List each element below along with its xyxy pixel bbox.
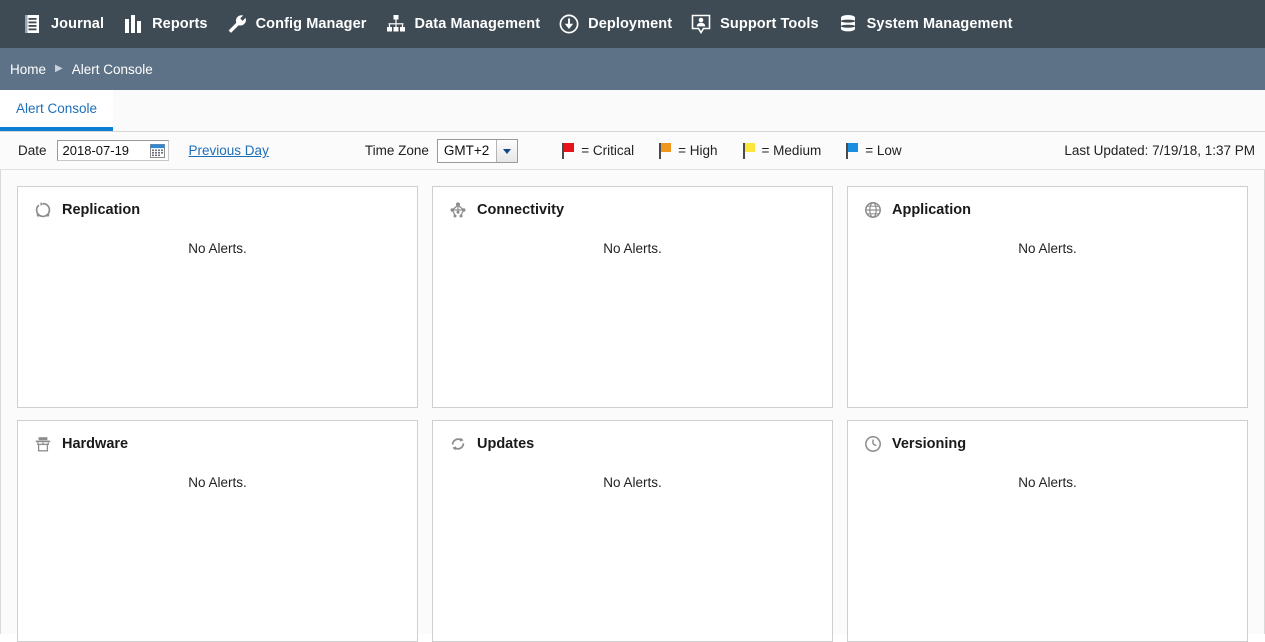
- bar-chart-icon: [122, 13, 144, 35]
- nav-item-label: Data Management: [414, 16, 541, 32]
- timezone-label: Time Zone: [364, 143, 429, 158]
- main-navigation-bar: Journal Reports Config Manager Data Mana…: [0, 0, 1265, 48]
- chevron-right-icon: ▶: [55, 63, 63, 74]
- last-updated-text: Last Updated: 7/19/18, 1:37 PM: [1064, 143, 1255, 158]
- alert-panel-application: Application No Alerts.: [847, 186, 1248, 408]
- database-icon: [837, 13, 859, 35]
- panel-title: Versioning: [892, 436, 967, 452]
- nav-item-label: Reports: [152, 16, 208, 32]
- user-badge-icon: [690, 13, 712, 35]
- legend-label: = Medium: [761, 143, 822, 158]
- panel-header: Replication: [34, 201, 401, 219]
- sync-circle-icon: [34, 201, 52, 219]
- nav-item-deployment[interactable]: Deployment: [549, 0, 681, 48]
- filter-toolbar: Date 2018-07-19 Previous Day Time Zone G…: [0, 132, 1265, 170]
- download-cloud-icon: [558, 13, 580, 35]
- alert-console-content: Replication No Alerts. Connectivity No A…: [0, 170, 1265, 642]
- nav-item-label: Journal: [51, 16, 105, 32]
- date-input[interactable]: 2018-07-19: [56, 140, 169, 161]
- panel-title: Hardware: [62, 436, 129, 452]
- panel-header: Hardware: [34, 435, 401, 453]
- legend-label: = High: [678, 143, 718, 158]
- panel-empty-message: No Alerts.: [188, 241, 247, 256]
- breadcrumb: Home ▶ Alert Console: [0, 48, 1265, 90]
- panel-title: Replication: [62, 202, 141, 218]
- tab-alert-console[interactable]: Alert Console: [0, 90, 114, 131]
- legend-item-low: = Low: [846, 142, 902, 159]
- timezone-selected-value: GMT+2: [443, 143, 490, 158]
- legend-item-critical: = Critical: [562, 142, 635, 159]
- alert-panel-replication: Replication No Alerts.: [17, 186, 418, 408]
- nav-item-config-manager[interactable]: Config Manager: [217, 0, 376, 48]
- panel-empty-message: No Alerts.: [1018, 475, 1077, 490]
- nav-item-journal[interactable]: Journal: [12, 0, 113, 48]
- alert-panel-updates: Updates No Alerts.: [432, 420, 833, 642]
- nav-item-reports[interactable]: Reports: [113, 0, 217, 48]
- nav-item-label: System Management: [866, 16, 1013, 32]
- journal-icon: [21, 13, 43, 35]
- timezone-control: Time Zone GMT+2: [364, 138, 519, 163]
- flag-high-icon: [659, 142, 672, 159]
- date-label: Date: [18, 143, 47, 158]
- printer-icon: [34, 435, 52, 453]
- panel-header: Updates: [449, 435, 816, 453]
- flag-critical-icon: [562, 142, 575, 159]
- panel-header: Application: [864, 201, 1231, 219]
- alert-panel-versioning: Versioning No Alerts.: [847, 420, 1248, 642]
- panel-title: Connectivity: [477, 202, 565, 218]
- tab-label: Alert Console: [16, 101, 98, 116]
- alert-panel-grid: Replication No Alerts. Connectivity No A…: [17, 186, 1248, 642]
- alert-panel-connectivity: Connectivity No Alerts.: [432, 186, 833, 408]
- nav-item-label: Support Tools: [720, 16, 819, 32]
- nav-item-system-management[interactable]: System Management: [828, 0, 1022, 48]
- calendar-icon[interactable]: [149, 143, 165, 158]
- hierarchy-icon: [385, 13, 407, 35]
- panel-title: Application: [892, 202, 971, 218]
- panel-empty-message: No Alerts.: [188, 475, 247, 490]
- tab-strip: Alert Console: [0, 90, 1265, 132]
- legend-item-medium: = Medium: [742, 142, 822, 159]
- globe-icon: [864, 201, 882, 219]
- breadcrumb-current: Alert Console: [71, 61, 153, 77]
- nav-item-support-tools[interactable]: Support Tools: [681, 0, 828, 48]
- alert-panel-hardware: Hardware No Alerts.: [17, 420, 418, 642]
- breadcrumb-home-link[interactable]: Home: [10, 62, 46, 77]
- clock-icon: [864, 435, 882, 453]
- legend-label: = Low: [865, 143, 902, 158]
- panel-header: Connectivity: [449, 201, 816, 219]
- previous-day-link[interactable]: Previous Day: [189, 143, 269, 158]
- timezone-select[interactable]: GMT+2: [436, 138, 519, 163]
- wrench-icon: [226, 13, 248, 35]
- panel-header: Versioning: [864, 435, 1231, 453]
- panel-empty-message: No Alerts.: [1018, 241, 1077, 256]
- date-input-value: 2018-07-19: [62, 143, 130, 158]
- nav-item-label: Deployment: [588, 16, 673, 32]
- nav-item-data-management[interactable]: Data Management: [376, 0, 550, 48]
- refresh-icon: [449, 435, 467, 453]
- chevron-down-icon[interactable]: [496, 139, 518, 162]
- legend-label: = Critical: [581, 143, 635, 158]
- panel-empty-message: No Alerts.: [603, 475, 662, 490]
- network-nodes-icon: [449, 201, 467, 219]
- flag-medium-icon: [742, 142, 755, 159]
- panel-empty-message: No Alerts.: [603, 241, 662, 256]
- nav-item-label: Config Manager: [255, 16, 367, 32]
- panel-title: Updates: [477, 436, 535, 452]
- legend-item-high: = High: [659, 142, 718, 159]
- flag-low-icon: [846, 142, 859, 159]
- severity-legend: = Critical = High = Medium = Low: [562, 142, 926, 159]
